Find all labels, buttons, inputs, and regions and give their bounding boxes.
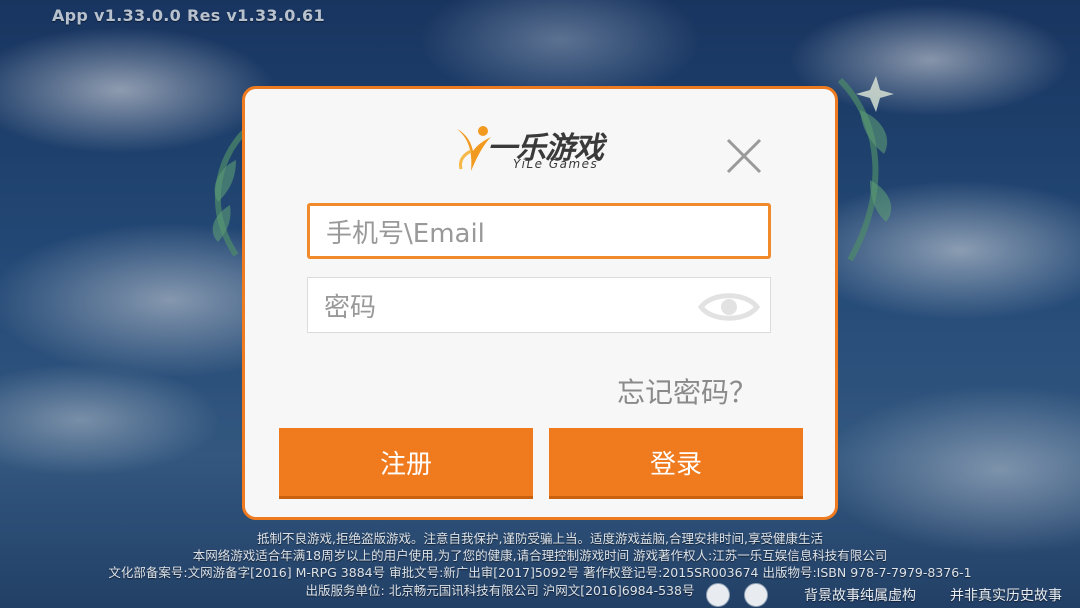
register-button[interactable]: 注册 <box>279 428 533 496</box>
eye-icon <box>697 293 761 321</box>
culture-badge-icon <box>706 583 730 607</box>
health-notice-line-2: 本网络游戏适合年满18周岁以上的用户使用,为了您的健康,请合理控制游戏时间 游戏… <box>192 548 888 563</box>
health-notice-line-1: 抵制不良游戏,拒绝盗版游戏。注意自我保护,谨防受骗上当。适度游戏益脑,合理安排时… <box>257 531 823 546</box>
brand-logo: 一乐游戏 YiLe Games <box>453 121 633 175</box>
fiction-disclaimer: 背景故事纯属虚构 <box>804 588 916 604</box>
certification-badge-icon <box>744 583 768 607</box>
logo-subtitle: YiLe Games <box>513 157 599 171</box>
register-label: 注册 <box>379 449 432 480</box>
show-password-toggle[interactable] <box>697 288 761 326</box>
password-input[interactable]: 密码 <box>307 277 771 333</box>
close-button[interactable] <box>725 137 763 175</box>
login-button[interactable]: 登录 <box>549 428 803 496</box>
close-icon <box>726 138 762 174</box>
login-label: 登录 <box>649 449 702 480</box>
password-placeholder: 密码 <box>324 292 377 323</box>
history-disclaimer: 并非真实历史故事 <box>950 588 1062 604</box>
account-input[interactable]: 手机号\Email <box>307 203 771 259</box>
license-line-3: 文化部备案号:文网游备字[2016] M-RPG 3884号 审批文号:新广出审… <box>108 565 972 580</box>
account-placeholder: 手机号\Email <box>326 218 485 249</box>
leaf-decoration-right <box>837 76 894 262</box>
forgot-password-link[interactable]: 忘记密码？ <box>617 371 757 411</box>
login-dialog: 一乐游戏 YiLe Games 手机号\Email 密码 忘记密码？ 注册 登录 <box>242 86 838 520</box>
version-label: App v1.33.0.0 Res v1.33.0.61 <box>52 6 325 25</box>
